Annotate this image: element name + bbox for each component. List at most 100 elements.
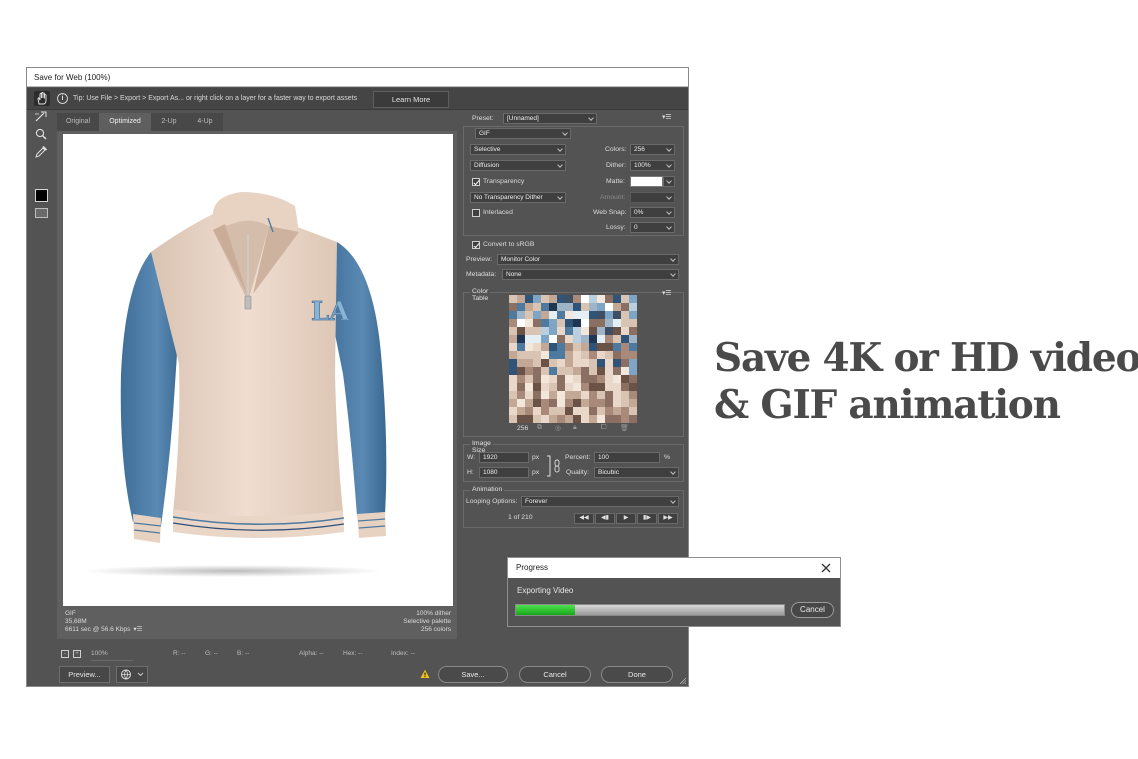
color-table-swatch[interactable] <box>549 343 557 351</box>
color-table-swatch[interactable] <box>557 319 565 327</box>
color-table-swatch[interactable] <box>597 319 605 327</box>
color-table-swatch[interactable] <box>549 407 557 415</box>
web-snap-field[interactable]: 0% <box>630 207 675 218</box>
color-table-swatch[interactable] <box>605 359 613 367</box>
tab-optimized[interactable]: Optimized <box>99 113 151 131</box>
color-table-swatch[interactable] <box>589 335 597 343</box>
color-table-swatch[interactable] <box>629 343 637 351</box>
color-table-swatch[interactable] <box>613 303 621 311</box>
color-table-swatch[interactable] <box>589 319 597 327</box>
color-table-swatch[interactable] <box>541 407 549 415</box>
color-table-swatch[interactable] <box>589 415 597 423</box>
color-table-swatch[interactable] <box>629 319 637 327</box>
color-table-swatch[interactable] <box>573 295 581 303</box>
preset-select[interactable]: [Unnamed] <box>503 113 597 124</box>
download-rate-menu-icon[interactable]: ▾☰ <box>133 626 142 634</box>
color-table-swatch[interactable] <box>557 391 565 399</box>
color-table-swatch[interactable] <box>565 367 573 375</box>
color-table-swatch[interactable] <box>541 343 549 351</box>
dither-algorithm-select[interactable]: Diffusion <box>470 160 566 171</box>
resize-grip-icon[interactable] <box>680 678 686 684</box>
color-table-swatch[interactable] <box>533 351 541 359</box>
color-table-swatch[interactable] <box>581 415 589 423</box>
eyedropper-color-swatch[interactable] <box>35 189 48 202</box>
color-table-swatch[interactable] <box>541 335 549 343</box>
color-table-swatch[interactable] <box>565 399 573 407</box>
convert-srgb-checkbox[interactable] <box>472 241 480 249</box>
color-table-swatch[interactable] <box>565 375 573 383</box>
color-table-swatch[interactable] <box>549 319 557 327</box>
colors-select[interactable]: 256 <box>630 144 675 155</box>
color-table-swatch[interactable] <box>597 383 605 391</box>
color-table-swatch[interactable] <box>541 415 549 423</box>
color-table-swatch[interactable] <box>525 391 533 399</box>
color-table-swatch[interactable] <box>533 383 541 391</box>
color-table-swatch[interactable] <box>533 311 541 319</box>
color-table-swatch[interactable] <box>517 359 525 367</box>
color-table-swatch[interactable] <box>589 295 597 303</box>
color-table-swatch[interactable] <box>573 303 581 311</box>
color-table-swatch[interactable] <box>541 319 549 327</box>
color-table-swatch[interactable] <box>629 295 637 303</box>
color-table-swatch[interactable] <box>581 319 589 327</box>
color-table-swatch[interactable] <box>533 415 541 423</box>
image-preview[interactable]: LA <box>63 134 453 606</box>
color-table-grid[interactable] <box>509 295 637 423</box>
color-table-swatch[interactable] <box>533 375 541 383</box>
hand-tool-button[interactable] <box>34 91 50 106</box>
color-table-swatch[interactable] <box>509 327 517 335</box>
dither-amount-field[interactable]: 100% <box>630 160 675 171</box>
zoom-level-select[interactable]: 100% <box>91 647 133 661</box>
color-table-swatch[interactable] <box>565 343 573 351</box>
color-table-swatch[interactable] <box>573 367 581 375</box>
color-table-swatch[interactable] <box>517 303 525 311</box>
color-table-swatch[interactable] <box>597 311 605 319</box>
color-table-swatch[interactable] <box>613 407 621 415</box>
color-table-swatch[interactable] <box>581 327 589 335</box>
color-table-swatch[interactable] <box>517 295 525 303</box>
color-table-swatch[interactable] <box>597 407 605 415</box>
color-table-swatch[interactable] <box>573 415 581 423</box>
color-table-swatch[interactable] <box>605 399 613 407</box>
color-table-swatch[interactable] <box>605 415 613 423</box>
color-table-swatch[interactable] <box>517 407 525 415</box>
color-table-swatch[interactable] <box>597 351 605 359</box>
color-table-swatch[interactable] <box>573 359 581 367</box>
color-table-swatch[interactable] <box>533 359 541 367</box>
color-table-swatch[interactable] <box>533 391 541 399</box>
color-table-swatch[interactable] <box>533 407 541 415</box>
color-table-swatch[interactable] <box>557 303 565 311</box>
color-table-swatch[interactable] <box>589 391 597 399</box>
color-table-swatch[interactable] <box>613 367 621 375</box>
color-table-swatch[interactable] <box>589 303 597 311</box>
color-table-swatch[interactable] <box>621 327 629 335</box>
color-table-swatch[interactable] <box>589 399 597 407</box>
matte-menu-select[interactable] <box>663 176 675 187</box>
color-table-swatch[interactable] <box>605 391 613 399</box>
color-table-swatch[interactable] <box>589 343 597 351</box>
color-table-swatch[interactable] <box>613 319 621 327</box>
color-table-swatch[interactable] <box>525 351 533 359</box>
color-table-swatch[interactable] <box>621 375 629 383</box>
color-table-swatch[interactable] <box>605 407 613 415</box>
metadata-select[interactable]: None <box>502 269 679 280</box>
color-table-swatch[interactable] <box>605 295 613 303</box>
color-table-swatch[interactable] <box>573 343 581 351</box>
new-color-icon[interactable]: ⧠ <box>601 424 606 432</box>
previous-frame-button[interactable]: ◀▮ <box>595 513 615 524</box>
color-table-swatch[interactable] <box>533 367 541 375</box>
color-table-swatch[interactable] <box>613 295 621 303</box>
color-table-swatch[interactable] <box>613 311 621 319</box>
color-table-swatch[interactable] <box>589 327 597 335</box>
color-table-swatch[interactable] <box>509 343 517 351</box>
color-table-swatch[interactable] <box>549 383 557 391</box>
color-table-swatch[interactable] <box>549 335 557 343</box>
color-table-swatch[interactable] <box>557 327 565 335</box>
color-table-swatch[interactable] <box>509 383 517 391</box>
color-table-swatch[interactable] <box>573 327 581 335</box>
color-table-swatch[interactable] <box>517 335 525 343</box>
color-table-swatch[interactable] <box>573 375 581 383</box>
color-table-swatch[interactable] <box>589 407 597 415</box>
tab-4-up[interactable]: 4-Up <box>187 113 223 131</box>
color-table-swatch[interactable] <box>541 327 549 335</box>
